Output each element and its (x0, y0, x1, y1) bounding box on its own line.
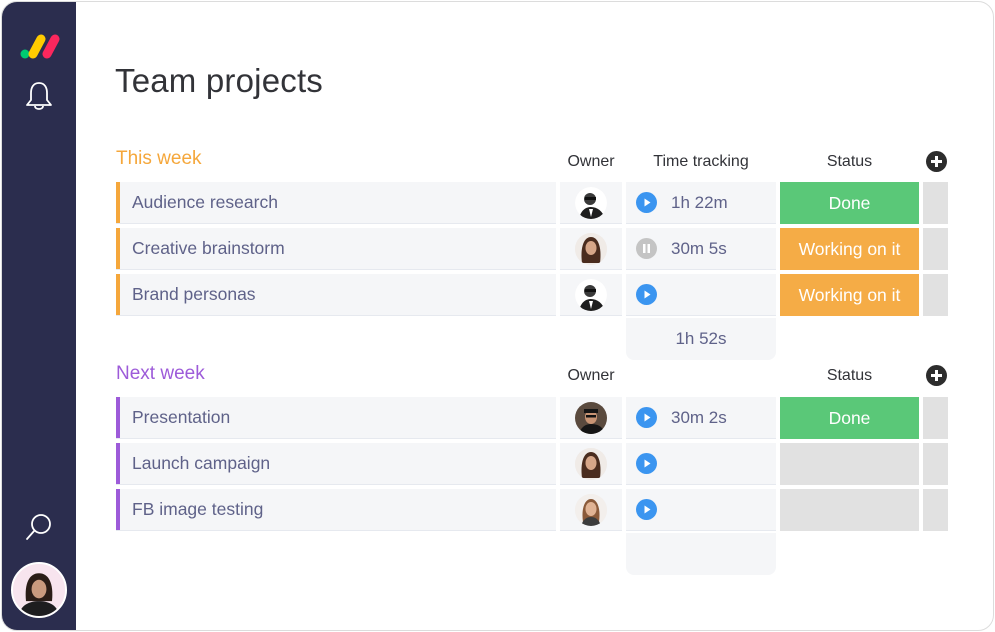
owner-cell[interactable] (560, 397, 622, 439)
item-name[interactable]: Presentation (132, 407, 230, 428)
item-name[interactable]: FB image testing (132, 499, 263, 520)
play-icon[interactable] (636, 407, 657, 428)
item-name[interactable]: Audience research (132, 192, 278, 213)
group-color-bar (116, 443, 120, 484)
group-title-next-week[interactable]: Next week (116, 363, 205, 385)
add-column-icon[interactable] (926, 365, 947, 386)
time-tracking-cell[interactable] (626, 274, 776, 316)
owner-avatar (575, 186, 607, 219)
item-row[interactable]: Creative brainstorm (116, 228, 556, 270)
group-color-bar (116, 182, 120, 223)
item-name[interactable]: Launch campaign (132, 453, 270, 474)
item-row[interactable]: Presentation (116, 397, 556, 439)
status-cell-done[interactable]: Done (780, 397, 919, 439)
item-row[interactable]: Audience research (116, 182, 556, 224)
time-tracking-cell[interactable]: 30m 5s (626, 228, 776, 270)
play-icon[interactable] (636, 453, 657, 474)
item-name[interactable]: Creative brainstorm (132, 238, 285, 259)
group-title-this-week[interactable]: This week (116, 148, 202, 170)
time-tracking-total (626, 533, 776, 575)
extra-cell[interactable] (923, 443, 948, 485)
owner-avatar (575, 232, 607, 265)
owner-avatar (575, 493, 607, 526)
column-header-status[interactable]: Status (780, 153, 919, 171)
play-icon[interactable] (636, 499, 657, 520)
status-cell-working[interactable]: Working on it (780, 274, 919, 316)
owner-cell[interactable] (560, 443, 622, 485)
owner-cell[interactable] (560, 182, 622, 224)
item-name[interactable]: Brand personas (132, 284, 256, 305)
extra-cell[interactable] (923, 489, 948, 531)
search-icon[interactable] (24, 512, 54, 542)
time-value: 30m 5s (671, 238, 727, 258)
extra-cell[interactable] (923, 228, 948, 270)
time-value: 1h 22m (671, 192, 728, 212)
play-icon[interactable] (636, 284, 657, 305)
time-tracking-cell[interactable] (626, 489, 776, 531)
time-tracking-cell[interactable]: 30m 2s (626, 397, 776, 439)
status-cell-empty[interactable] (780, 443, 919, 485)
owner-avatar (575, 401, 607, 434)
bell-icon[interactable] (24, 80, 54, 112)
group-color-bar (116, 489, 120, 530)
extra-cell[interactable] (923, 182, 948, 224)
owner-avatar (575, 278, 607, 311)
sidebar (2, 2, 76, 630)
status-cell-working[interactable]: Working on it (780, 228, 919, 270)
owner-cell[interactable] (560, 228, 622, 270)
item-row[interactable]: FB image testing (116, 489, 556, 531)
item-row[interactable]: Launch campaign (116, 443, 556, 485)
extra-cell[interactable] (923, 274, 948, 316)
pause-icon[interactable] (636, 238, 657, 259)
column-header-owner[interactable]: Owner (560, 367, 622, 385)
time-value: 30m 2s (671, 407, 727, 427)
status-cell-done[interactable]: Done (780, 182, 919, 224)
group-color-bar (116, 397, 120, 438)
page-title: Team projects (115, 62, 324, 99)
monday-logo-icon[interactable] (19, 32, 61, 60)
column-header-time-tracking[interactable]: Time tracking (626, 153, 776, 171)
owner-cell[interactable] (560, 489, 622, 531)
status-cell-empty[interactable] (780, 489, 919, 531)
extra-cell[interactable] (923, 397, 948, 439)
column-header-owner[interactable]: Owner (560, 153, 622, 171)
play-icon[interactable] (636, 192, 657, 213)
item-row[interactable]: Brand personas (116, 274, 556, 316)
owner-cell[interactable] (560, 274, 622, 316)
group-color-bar (116, 274, 120, 315)
time-tracking-cell[interactable]: 1h 22m (626, 182, 776, 224)
owner-avatar (575, 447, 607, 480)
time-tracking-cell[interactable] (626, 443, 776, 485)
group-color-bar (116, 228, 120, 269)
add-column-icon[interactable] (926, 151, 947, 172)
app-window: Team projects This week Owner Time track… (1, 1, 994, 631)
time-tracking-total: 1h 52s (626, 318, 776, 360)
user-avatar[interactable] (11, 562, 67, 618)
column-header-status[interactable]: Status (780, 367, 919, 385)
